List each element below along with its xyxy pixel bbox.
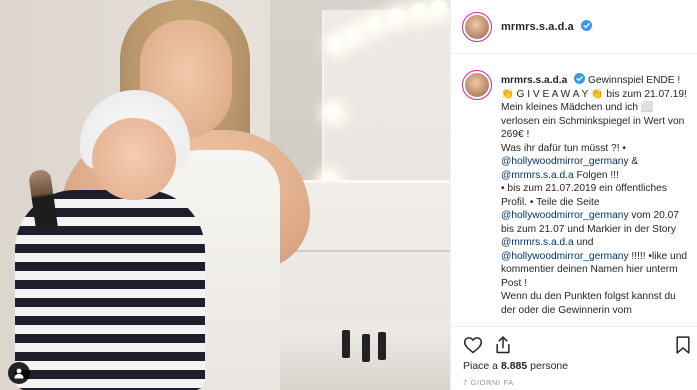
user-icon <box>14 368 24 379</box>
heart-icon[interactable] <box>463 335 483 355</box>
caption-text-fragment: und <box>576 237 594 248</box>
post-sidebar: mrmrs.s.a.d.a mrmrs.s.a.d.a Gewinnspiel … <box>450 0 697 390</box>
caption: mrmrs.s.a.d.a Gewinnspiel ENDE ! 👏 G I V… <box>451 66 697 326</box>
bookmark-icon[interactable] <box>673 335 693 355</box>
username-link[interactable]: mrmrs.s.a.d.a <box>501 20 592 33</box>
mention-link[interactable]: @mrmrs.s.a.d.a <box>501 237 574 248</box>
caption-line: • bis zum 21.07.2019 ein öffentliches Pr… <box>501 183 667 208</box>
caption-line: Gewinnspiel ENDE ! <box>587 75 681 86</box>
likes-suffix: persone <box>530 360 569 372</box>
likes-prefix: Piace a <box>463 360 499 372</box>
avatar-image <box>465 73 489 97</box>
mirror-bulb <box>388 8 406 26</box>
caption-line: 👏 G I V E A W A Y 👏 bis zum 21.07.19! <box>501 88 687 100</box>
tagged-user-button[interactable] <box>8 362 30 384</box>
share-icon[interactable] <box>493 335 513 355</box>
lipstick <box>342 330 350 358</box>
caption-line: Mein kleines Mädchen und ich ⬜ verlosen … <box>501 102 685 140</box>
mirror-bulb <box>328 36 346 54</box>
action-bar <box>451 326 697 362</box>
avatar[interactable] <box>462 11 492 42</box>
caption-avatar[interactable] <box>462 70 492 100</box>
caption-text-fragment: Folgen !!! <box>576 169 619 181</box>
mirror-bulb <box>430 0 448 18</box>
mention-link[interactable]: @hollywoodmirror_germany <box>501 210 629 221</box>
baby-face <box>92 118 176 200</box>
mirror-bulb <box>366 16 384 34</box>
caption-line: Was ihr dafür tun müsst ?! • <box>501 142 626 154</box>
likes-number[interactable]: 8.885 <box>501 360 527 372</box>
caption-text-fragment: & <box>631 156 639 167</box>
lipstick <box>362 334 370 362</box>
mirror-bulb <box>325 104 343 122</box>
verified-badge-icon <box>581 20 592 31</box>
mirror-bulb <box>346 26 364 44</box>
mirror-bulb <box>410 3 428 21</box>
post-header: mrmrs.s.a.d.a <box>451 0 697 54</box>
mention-link[interactable]: @mrmrs.s.a.d.a <box>501 170 574 181</box>
verified-badge-icon <box>574 73 586 84</box>
mention-link[interactable]: @hollywoodmirror_germany <box>501 251 629 262</box>
mention-link[interactable]: @hollywoodmirror_germany <box>501 156 629 167</box>
post-timestamp[interactable]: 7 GIORNI FA <box>463 378 514 387</box>
caption-text: mrmrs.s.a.d.a Gewinnspiel ENDE ! 👏 G I V… <box>501 73 691 317</box>
caption-username[interactable]: mrmrs.s.a.d.a <box>501 75 567 86</box>
avatar-image <box>465 14 489 39</box>
likes-count[interactable]: Piace a 8.885 persone <box>463 360 568 372</box>
caption-line: Wenn du den Punkten folgst kannst du der… <box>501 291 676 316</box>
post-photo[interactable] <box>0 0 450 390</box>
username-text[interactable]: mrmrs.s.a.d.a <box>501 21 574 33</box>
lipstick <box>378 332 386 360</box>
